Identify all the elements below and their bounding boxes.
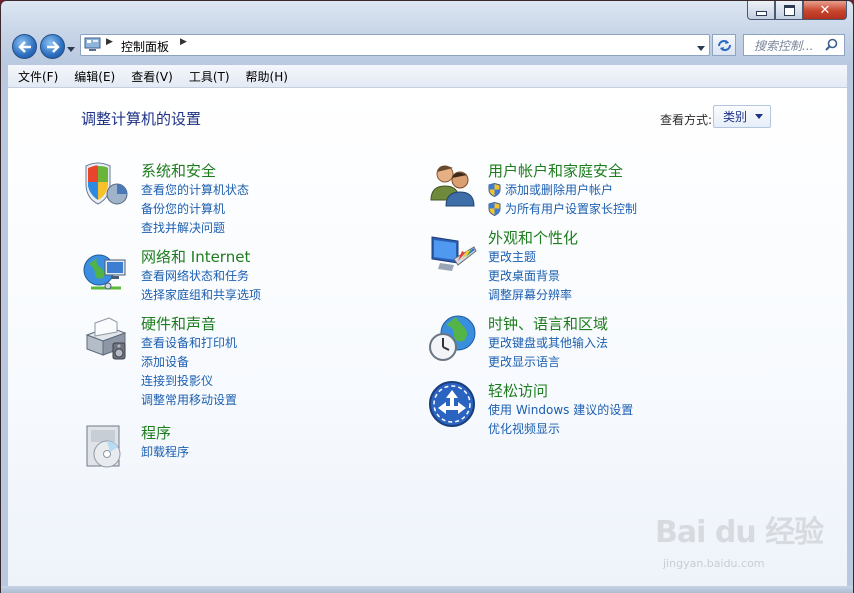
recent-pages-button[interactable] [67,42,75,56]
link-mobility-settings[interactable]: 调整常用移动设置 [141,390,237,409]
main-content: 调整计算机的设置 查看方式: 类别 系统和安全 查看您的计算机状态 备份您的计算… [8,88,847,586]
category-title-user-accounts[interactable]: 用户帐户和家庭安全 [488,160,623,181]
network-globe-icon[interactable] [81,246,131,296]
uac-shield-icon [488,201,501,216]
search-icon[interactable] [825,38,838,51]
category-title-clock-language-region[interactable]: 时钟、语言和区域 [488,313,608,334]
search-input[interactable] [752,36,830,56]
back-button[interactable] [12,34,37,59]
close-button[interactable]: ✕ [803,1,847,20]
menu-bar: 文件(F) 编辑(E) 查看(V) 工具(T) 帮助(H) [8,65,847,88]
back-arrow-icon [17,40,31,53]
category-title-ease-of-access[interactable]: 轻松访问 [488,380,548,401]
link-change-desktop-background[interactable]: 更改桌面背景 [488,266,572,285]
chevron-down-icon [755,114,764,119]
category-title-network-internet[interactable]: 网络和 Internet [141,246,250,267]
category-links: 卸载程序 [141,442,189,461]
page-title: 调整计算机的设置 [81,110,202,128]
ease-of-access-icon[interactable] [428,380,478,430]
category-links: 查看您的计算机状态 备份您的计算机 查找并解决问题 [141,180,249,237]
menu-edit[interactable]: 编辑(E) [68,68,121,85]
link-change-keyboard[interactable]: 更改键盘或其他输入法 [488,333,608,352]
link-optimize-visual-display[interactable]: 优化视频显示 [488,419,633,438]
forward-arrow-icon [46,40,60,53]
menu-view[interactable]: 查看(V) [125,68,179,85]
link-view-network-status[interactable]: 查看网络状态和任务 [141,266,261,285]
breadcrumb-separator-icon[interactable]: ▶ [180,37,187,47]
view-by-dropdown[interactable]: 类别 [713,105,771,128]
category-links: 使用 Windows 建议的设置 优化视频显示 [488,400,633,438]
search-box[interactable] [743,34,845,56]
minimize-button[interactable] [747,1,775,20]
category-title-hardware-sound[interactable]: 硬件和声音 [141,313,216,334]
control-panel-window: ✕ ▶ 控制面板 ▶ 搜索控制... 文件(F) 编辑(E) 查看(V) 工具(… [0,0,854,593]
chevron-down-icon [67,47,75,52]
address-bar[interactable]: ▶ 控制面板 ▶ [80,34,710,56]
view-by-value: 类别 [723,110,748,124]
link-add-device[interactable]: 添加设备 [141,352,237,371]
link-homegroup-sharing[interactable]: 选择家庭组和共享选项 [141,285,261,304]
menu-tools[interactable]: 工具(T) [183,68,236,85]
control-panel-icon [84,37,101,51]
refresh-button[interactable] [712,34,736,56]
link-troubleshoot[interactable]: 查找并解决问题 [141,218,249,237]
link-change-display-language[interactable]: 更改显示语言 [488,352,608,371]
category-links: 添加或删除用户帐户 为所有用户设置家长控制 [488,180,637,218]
baidu-watermark-url: jingyan.baidu.com [663,557,765,570]
link-adjust-resolution[interactable]: 调整屏幕分辨率 [488,285,572,304]
close-icon: ✕ [819,2,831,18]
uac-shield-icon [488,182,501,197]
menu-file[interactable]: 文件(F) [12,68,64,85]
breadcrumb-control-panel[interactable]: 控制面板 [121,38,169,55]
category-links: 查看网络状态和任务 选择家庭组和共享选项 [141,266,261,304]
category-links: 更改主题 更改桌面背景 调整屏幕分辨率 [488,247,572,304]
breadcrumb-separator-icon: ▶ [106,37,113,47]
caption-buttons: ✕ [747,1,847,20]
category-links: 更改键盘或其他输入法 更改显示语言 [488,333,608,371]
clock-globe-icon[interactable] [428,313,478,363]
link-recommended-settings[interactable]: 使用 Windows 建议的设置 [488,400,633,419]
view-by-label: 查看方式: [660,113,713,127]
menu-help[interactable]: 帮助(H) [240,68,294,85]
refresh-icon [717,39,731,51]
minimize-icon [755,10,767,16]
link-add-remove-accounts[interactable]: 添加或删除用户帐户 [488,180,637,199]
category-title-programs[interactable]: 程序 [141,422,171,443]
program-disc-icon[interactable] [81,422,131,472]
link-uninstall-program[interactable]: 卸载程序 [141,442,189,461]
forward-button[interactable] [40,34,65,59]
category-links: 查看设备和打印机 添加设备 连接到投影仪 调整常用移动设置 [141,333,237,409]
link-backup-computer[interactable]: 备份您的计算机 [141,199,249,218]
window-bottom-border [1,586,853,593]
link-change-theme[interactable]: 更改主题 [488,247,572,266]
address-dropdown-icon[interactable] [697,41,705,55]
link-connect-projector[interactable]: 连接到投影仪 [141,371,237,390]
maximize-icon [783,4,795,16]
link-parental-controls[interactable]: 为所有用户设置家长控制 [488,199,637,218]
printer-speaker-icon[interactable] [81,313,131,363]
link-view-computer-status[interactable]: 查看您的计算机状态 [141,180,249,199]
category-title-system-security[interactable]: 系统和安全 [141,160,216,181]
link-devices-printers[interactable]: 查看设备和打印机 [141,333,237,352]
security-shield-icon[interactable] [81,160,131,210]
display-palette-icon[interactable] [428,227,478,277]
category-title-appearance[interactable]: 外观和个性化 [488,227,578,248]
navigation-bar: ▶ 控制面板 ▶ [1,29,853,61]
baidu-watermark: Bai du 经验 [655,515,824,550]
maximize-button[interactable] [775,1,803,20]
users-icon[interactable] [428,160,478,210]
